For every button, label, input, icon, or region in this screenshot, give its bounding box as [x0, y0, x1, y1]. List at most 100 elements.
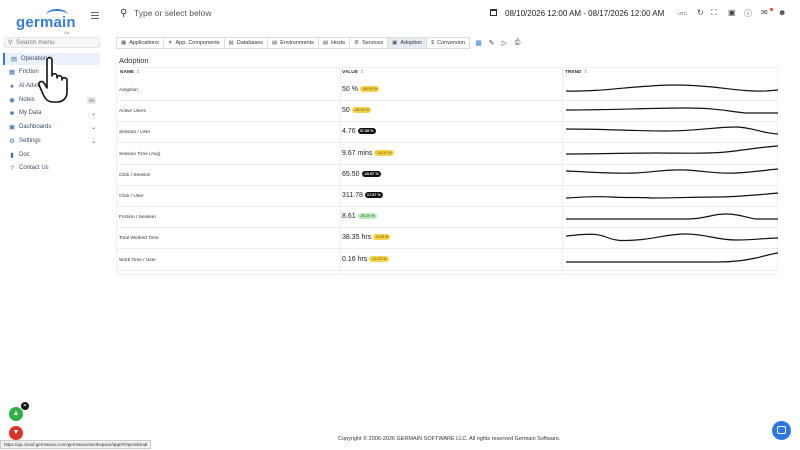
- metric-value-text: 65.50: [342, 170, 360, 178]
- tab-label: Conversion: [437, 40, 465, 46]
- status-bar-url: https://qa.cloud.germainux.com/germainux…: [0, 440, 152, 449]
- table-row[interactable]: Work Time / User 0.16 hrs -16.21 %: [116, 250, 778, 271]
- sidebar-item-label: Contact Us: [19, 165, 49, 171]
- sidebar-search-input[interactable]: ⚲ Search menu: [4, 37, 100, 48]
- change-badge: -20.57 %: [361, 170, 381, 177]
- adoption-icon: ▣: [392, 40, 398, 46]
- print-icon[interactable]: ⎙: [513, 39, 522, 47]
- fullscreen-icon[interactable]: ⛶: [711, 8, 717, 18]
- refresh-icon[interactable]: ↻: [697, 8, 704, 17]
- change-badge: -15.31 %: [374, 149, 394, 156]
- tab-services[interactable]: ⚙ Services: [349, 37, 388, 49]
- column-header-name[interactable]: NAME ⇕: [120, 70, 140, 75]
- metric-name: Active Users: [119, 109, 146, 115]
- chevron-down-icon: ⌄: [90, 138, 96, 145]
- metric-name: Session / User: [119, 130, 151, 136]
- sidebar-item-dashboards[interactable]: ▣ Dashboards ⌄: [3, 121, 100, 133]
- calendar-icon[interactable]: [490, 9, 497, 16]
- chevron-down-icon: ⌄: [90, 124, 96, 131]
- trend-line: [566, 144, 778, 155]
- sidebar-item-my-data[interactable]: ■ My Data ⌄: [3, 107, 100, 119]
- sidebar-item-label: Notes: [19, 97, 35, 103]
- table-row[interactable]: Friction / Session 8.61 -30.29 %: [116, 207, 778, 229]
- tab-adoption[interactable]: ▣ Adoption: [387, 37, 427, 49]
- table-row[interactable]: Session Time (Avg) 9.67 mins -15.31 %: [116, 144, 778, 165]
- trend-sparkline: [566, 213, 778, 220]
- trend-sparkline: [566, 251, 778, 263]
- services-icon: ⚙: [354, 40, 360, 46]
- dollar-icon: $: [431, 40, 435, 46]
- table-row[interactable]: Adoption 50 % -18.03 %: [116, 80, 778, 101]
- tab-hosts[interactable]: ▤ Hosts: [317, 37, 350, 49]
- metric-name: Work Time / User: [119, 257, 156, 263]
- info-icon[interactable]: ⓘ: [744, 8, 752, 19]
- sidebar-item-settings[interactable]: ⚙ Settings ⌄: [3, 135, 100, 147]
- chart-icon: ▤: [10, 56, 18, 63]
- column-header-trend[interactable]: TREND ⇕: [565, 70, 588, 75]
- metric-value-text: 38.35 hrs: [342, 234, 372, 242]
- sort-icon: ⇕: [136, 70, 141, 75]
- folder-icon: ■: [10, 109, 14, 117]
- thumbs-down-icon[interactable]: ▼: [9, 426, 23, 440]
- puzzle-icon: ✦: [167, 40, 173, 46]
- edit-icon[interactable]: ✎: [487, 39, 496, 47]
- host-icon: ▤: [322, 40, 329, 46]
- book-icon: ▮: [10, 152, 14, 159]
- metric-name: Click / User: [119, 194, 144, 199]
- sort-icon: ⇕: [359, 70, 364, 75]
- notification-dot: [770, 8, 773, 11]
- germain-logo[interactable]: germain UX: [14, 8, 76, 35]
- tab-conversion[interactable]: $ Conversion: [426, 37, 470, 49]
- column-header-label: TREND: [565, 70, 582, 75]
- trend-line: [566, 107, 778, 114]
- trend-line: [566, 233, 778, 242]
- user-icon[interactable]: ☻: [778, 8, 786, 17]
- friction-icon: ▦: [8, 69, 16, 76]
- table-row[interactable]: Total Worked Time 38.35 hrs -5.39 %: [116, 228, 778, 250]
- table-row[interactable]: Active Users 50 -18.03 %: [116, 101, 778, 123]
- date-range-picker[interactable]: 08/10/2026 12:00 AM - 08/17/2026 12:00 A…: [505, 9, 664, 18]
- tab-environments[interactable]: ▤ Environments: [267, 37, 318, 49]
- change-badge: -18.03 %: [351, 107, 371, 114]
- sort-icon: ⇕: [583, 70, 588, 75]
- search-icon: ⚲: [8, 40, 13, 46]
- global-search-input[interactable]: Type or select below: [134, 8, 211, 18]
- metric-value-text: 50 %: [342, 86, 358, 93]
- tab-applications[interactable]: ▦ Applications: [116, 37, 163, 49]
- sidebar-item-doc[interactable]: ▮ Doc: [3, 149, 100, 161]
- help-icon: ?: [10, 164, 14, 172]
- hamburger-menu-icon[interactable]: [91, 12, 99, 20]
- trend-sparkline: [566, 168, 778, 174]
- timezone-label[interactable]: UTC: [678, 11, 687, 16]
- tab-tools: ▦ ✎ ▷ ⎙: [474, 39, 522, 47]
- table-row[interactable]: Session / User 4.76 47.39 %: [116, 122, 778, 144]
- table-row[interactable]: Click / User 311.78 17.07 %: [116, 186, 778, 207]
- calendar-icon[interactable]: ▦: [474, 39, 483, 47]
- column-header-value[interactable]: VALUE ⇕: [342, 70, 364, 75]
- metric-name: Adoption: [119, 88, 138, 93]
- metric-value: 8.61 -30.29 %: [342, 213, 377, 220]
- sidebar-item-label: Friction: [19, 69, 39, 75]
- monitor-icon[interactable]: ▣: [728, 8, 736, 17]
- table-row[interactable]: Click / Session 65.50 -20.57 %: [116, 165, 778, 186]
- notifications-icon[interactable]: ✉: [761, 8, 768, 17]
- sidebar-item-label: Doc: [19, 152, 30, 158]
- metric-value: 38.35 hrs -5.39 %: [342, 234, 391, 242]
- metric-value-text: 311.78: [342, 192, 363, 199]
- hand-cursor-icon: [38, 56, 68, 103]
- metric-value-text: 8.61: [342, 213, 356, 221]
- tab-databases[interactable]: ▤ Databases: [223, 37, 268, 49]
- chat-icon[interactable]: [772, 421, 791, 440]
- sidebar-item-contact-us[interactable]: ? Contact Us: [3, 162, 100, 174]
- thumbs-up-icon[interactable]: ▲: [9, 407, 23, 421]
- metric-value: 311.78 17.07 %: [342, 192, 383, 199]
- tab-label: Services: [362, 40, 384, 46]
- change-badge: -30.29 %: [357, 213, 377, 220]
- tab-app-components[interactable]: ✦ App. Components: [162, 37, 224, 49]
- play-icon[interactable]: ▷: [500, 39, 509, 47]
- chevron-down-icon: ⌄: [90, 110, 96, 117]
- search-icon: ⚲: [120, 8, 128, 19]
- close-icon[interactable]: ✕: [21, 402, 29, 410]
- change-badge: 17.07 %: [364, 192, 383, 198]
- tab-label: App. Components: [175, 40, 220, 46]
